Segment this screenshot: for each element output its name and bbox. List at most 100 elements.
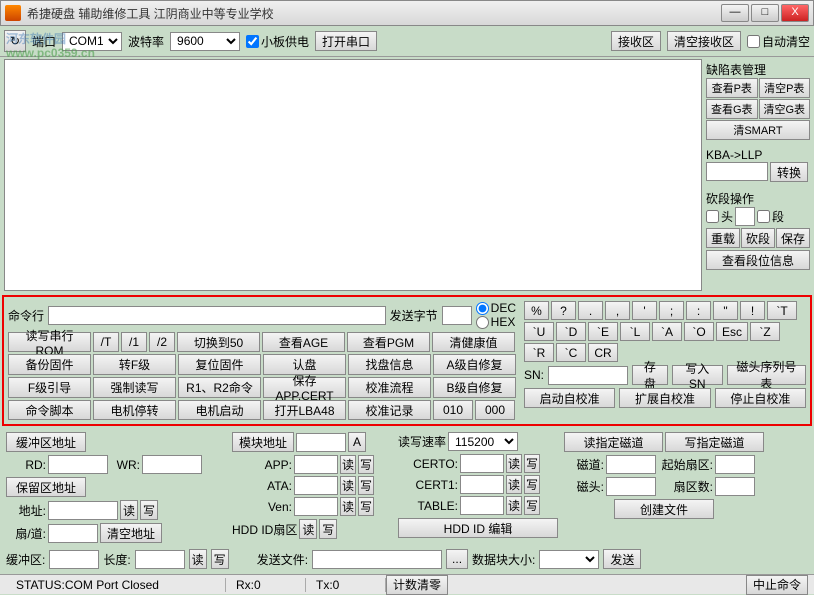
char-btn[interactable]: `C (556, 343, 586, 362)
addr-input[interactable] (48, 501, 118, 520)
buf-write[interactable]: 写 (211, 549, 229, 569)
reload-button[interactable]: 重载 (706, 228, 740, 248)
char-btn[interactable]: ; (659, 301, 684, 320)
cmd-btn[interactable]: 强制读写 (93, 377, 176, 398)
abort-button[interactable]: 中止命令 (746, 575, 808, 595)
browse-button[interactable]: ... (446, 549, 468, 569)
cmd-btn[interactable]: 查看PGM (347, 332, 430, 352)
refresh-icon[interactable]: ↻ (4, 30, 26, 52)
buffer-input[interactable] (49, 550, 99, 569)
keep-addr-button[interactable]: 保留区地址 (6, 477, 86, 497)
certo-read[interactable]: 读 (506, 454, 522, 473)
addr-write-button[interactable]: 写 (140, 500, 158, 520)
sn-input[interactable] (548, 366, 628, 385)
clear-smart-button[interactable]: 清SMART (706, 120, 810, 140)
char-btn[interactable]: `L (620, 322, 650, 341)
char-btn[interactable]: . (578, 301, 603, 320)
char-btn[interactable]: `R (524, 343, 554, 362)
head-input[interactable] (606, 477, 656, 496)
cmd-btn[interactable]: 查看AGE (262, 332, 345, 352)
cmd-btn[interactable]: /2 (149, 332, 175, 352)
cmd-btn[interactable]: 校准记录 (348, 400, 431, 420)
extend-selfcheck-button[interactable]: 扩展自校准 (619, 388, 710, 408)
port-select[interactable]: COM1 (62, 32, 122, 51)
start-sector-input[interactable] (715, 455, 755, 474)
ven-input[interactable] (294, 497, 338, 516)
send-byte-input[interactable] (442, 306, 472, 325)
char-btn[interactable]: , (605, 301, 630, 320)
char-btn[interactable]: : (686, 301, 711, 320)
hdd-edit-button[interactable]: HDD ID 编辑 (398, 518, 558, 538)
read-track-button[interactable]: 读指定磁道 (564, 432, 663, 452)
cmd-btn[interactable]: 清健康值 (432, 332, 515, 352)
cert1-write[interactable]: 写 (524, 475, 540, 494)
hdd-read[interactable]: 读 (299, 519, 317, 539)
clear-g-button[interactable]: 清空G表 (759, 99, 811, 119)
ven-read[interactable]: 读 (340, 497, 356, 516)
speed-select[interactable]: 115200 (448, 432, 518, 451)
char-btn[interactable]: ! (740, 301, 765, 320)
char-btn[interactable]: `T (767, 301, 797, 320)
write-track-button[interactable]: 写指定磁道 (665, 432, 764, 452)
cmd-btn[interactable]: 保存APP.CERT (263, 377, 346, 398)
cmd-btn[interactable]: 打开LBA48 (263, 400, 346, 420)
ata-write[interactable]: 写 (358, 476, 374, 495)
minimize-button[interactable]: — (721, 4, 749, 22)
certo-write[interactable]: 写 (524, 454, 540, 473)
baud-select[interactable]: 9600 (170, 32, 240, 51)
cmd-btn[interactable]: 读写串行ROM (8, 332, 91, 352)
cmd-input[interactable] (48, 306, 386, 325)
cmd-btn[interactable]: 电机停转 (93, 400, 176, 420)
save-cut-button[interactable]: 保存 (776, 228, 810, 248)
count-clear-button[interactable]: 计数清零 (386, 575, 448, 595)
view-g-button[interactable]: 查看G表 (706, 99, 758, 119)
save-disk-button[interactable]: 存盘 (632, 365, 668, 385)
wr-input[interactable] (142, 455, 202, 474)
auto-clear-check[interactable]: 自动清空 (747, 33, 810, 50)
kballp-input[interactable] (706, 162, 768, 181)
block-size-select[interactable] (539, 550, 599, 569)
cut-input[interactable] (735, 207, 755, 226)
cmd-btn[interactable]: B级自修复 (433, 377, 516, 398)
mod-addr-input[interactable] (296, 433, 346, 452)
cmd-btn[interactable]: R1、R2命令 (178, 377, 261, 398)
stop-selfcheck-button[interactable]: 停止自校准 (715, 388, 806, 408)
start-selfcheck-button[interactable]: 启动自校准 (524, 388, 615, 408)
recv-zone-button[interactable]: 接收区 (611, 31, 661, 51)
char-btn[interactable]: `Z (750, 322, 780, 341)
cr-btn[interactable]: CR (588, 343, 618, 362)
esc-btn[interactable]: Esc (716, 322, 748, 341)
hdd-write[interactable]: 写 (319, 519, 337, 539)
cmd-btn[interactable]: 电机启动 (178, 400, 261, 420)
cmd-btn[interactable]: A级自修复 (433, 354, 516, 375)
app-input[interactable] (294, 455, 338, 474)
hex-radio[interactable]: HEX (476, 315, 516, 329)
track-input[interactable] (606, 455, 656, 474)
maximize-button[interactable]: □ (751, 4, 779, 22)
cmd-btn[interactable]: 备份固件 (8, 354, 91, 375)
open-port-button[interactable]: 打开串口 (315, 31, 377, 51)
table-write[interactable]: 写 (524, 496, 540, 515)
char-btn[interactable]: ? (551, 301, 576, 320)
char-btn[interactable]: ' (632, 301, 657, 320)
table-input[interactable] (460, 496, 504, 515)
mod-addr-button[interactable]: 模块地址 (232, 432, 294, 452)
cmd-btn[interactable]: F级引导 (8, 377, 91, 398)
char-btn[interactable]: `A (652, 322, 682, 341)
cmd-btn[interactable]: 转F级 (93, 354, 176, 375)
cmd-btn[interactable]: 复位固件 (178, 354, 261, 375)
head-serial-button[interactable]: 磁头序列号表 (727, 365, 806, 385)
ven-write[interactable]: 写 (358, 497, 374, 516)
char-btn[interactable]: % (524, 301, 549, 320)
send-file-input[interactable] (312, 550, 442, 569)
length-input[interactable] (135, 550, 185, 569)
app-read[interactable]: 读 (340, 455, 356, 474)
sector-count-input[interactable] (715, 477, 755, 496)
cut-button[interactable]: 砍段 (741, 228, 775, 248)
cmd-btn[interactable]: /T (93, 332, 119, 352)
cmd-btn[interactable]: 010 (433, 400, 473, 420)
view-seg-info-button[interactable]: 查看段位信息 (706, 250, 810, 270)
buf-read[interactable]: 读 (189, 549, 207, 569)
sector-input[interactable] (48, 524, 98, 543)
send-button[interactable]: 发送 (603, 549, 641, 569)
